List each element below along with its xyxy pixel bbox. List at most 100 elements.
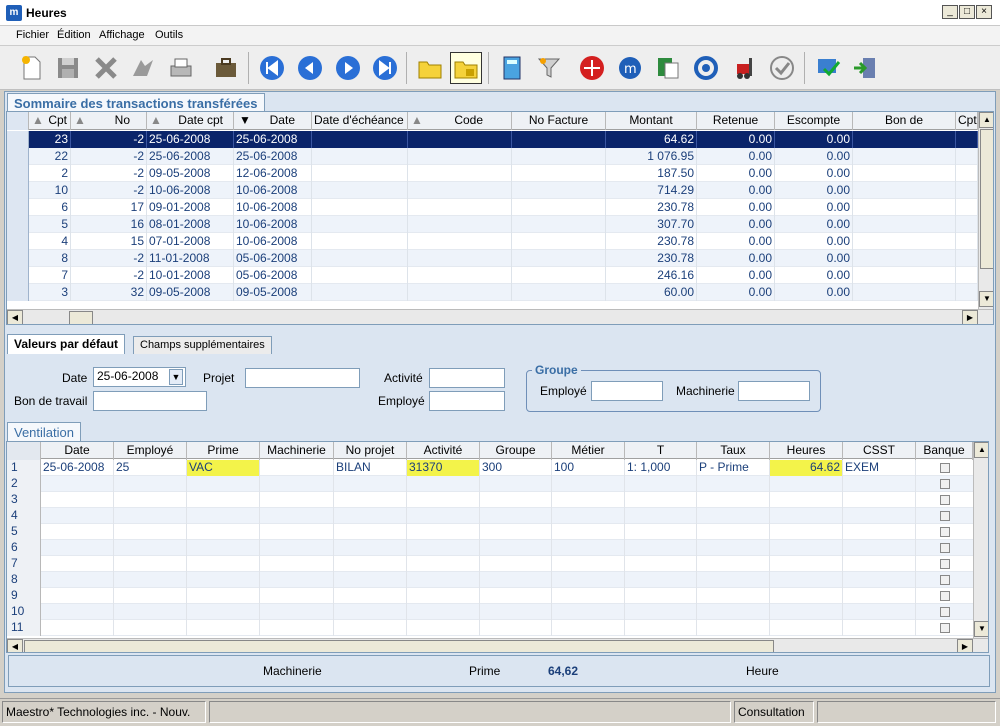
table-cell[interactable] bbox=[114, 476, 187, 492]
scroll-left-icon[interactable]: ◀ bbox=[7, 310, 23, 324]
ventilation-grid[interactable]: Date Employé Prime Machinerie No projet … bbox=[6, 441, 989, 653]
col-no-projet[interactable]: No projet bbox=[334, 442, 407, 460]
target-icon[interactable] bbox=[576, 52, 608, 84]
table-cell[interactable] bbox=[187, 556, 260, 572]
table-cell[interactable] bbox=[625, 572, 697, 588]
table-cell[interactable] bbox=[770, 540, 843, 556]
row-selector[interactable] bbox=[7, 216, 29, 233]
table-cell[interactable] bbox=[843, 604, 916, 620]
scroll-thumb[interactable] bbox=[24, 640, 774, 652]
new-document-icon[interactable] bbox=[16, 52, 48, 84]
table-cell[interactable] bbox=[114, 556, 187, 572]
banque-checkbox[interactable] bbox=[940, 575, 950, 585]
ventilation-vertical-scrollbar[interactable]: ▲ ▼ bbox=[973, 442, 988, 638]
table-cell[interactable] bbox=[407, 476, 480, 492]
table-cell[interactable] bbox=[480, 476, 552, 492]
table-cell[interactable] bbox=[770, 508, 843, 524]
table-cell[interactable] bbox=[552, 540, 625, 556]
table-cell[interactable] bbox=[334, 620, 407, 636]
table-cell[interactable] bbox=[697, 524, 770, 540]
table-cell[interactable] bbox=[334, 604, 407, 620]
tab-valeurs-defaut[interactable]: Valeurs par défaut bbox=[7, 334, 126, 354]
summary-grid[interactable]: ▲ Cpt ▲ No ▲ Date cpt ▼ Date Date d'échéance… bbox=[6, 111, 994, 325]
table-cell[interactable] bbox=[187, 476, 260, 492]
exit-icon[interactable] bbox=[849, 52, 881, 84]
next-record-icon[interactable] bbox=[332, 52, 364, 84]
col-date[interactable]: Date bbox=[41, 442, 114, 460]
table-cell[interactable] bbox=[770, 476, 843, 492]
banque-checkbox[interactable] bbox=[940, 511, 950, 521]
table-row[interactable]: 8 bbox=[7, 572, 973, 588]
table-cell[interactable] bbox=[114, 572, 187, 588]
table-cell[interactable] bbox=[552, 572, 625, 588]
table-cell[interactable] bbox=[114, 540, 187, 556]
date-picker[interactable]: 25-06-2008 ▼ bbox=[93, 367, 186, 387]
table-cell[interactable]: EXEM bbox=[843, 460, 916, 476]
banque-checkbox[interactable] bbox=[940, 463, 950, 473]
scroll-down-icon[interactable]: ▼ bbox=[974, 621, 988, 637]
table-cell[interactable] bbox=[480, 604, 552, 620]
col-no[interactable]: ▲ No bbox=[71, 112, 147, 130]
summary-horizontal-scrollbar[interactable]: ◀ ▶ bbox=[7, 309, 993, 324]
table-cell[interactable] bbox=[260, 556, 334, 572]
banque-checkbox[interactable] bbox=[940, 527, 950, 537]
table-cell[interactable] bbox=[260, 460, 334, 476]
briefcase-icon[interactable] bbox=[210, 52, 242, 84]
row-selector[interactable] bbox=[7, 284, 29, 301]
table-cell[interactable] bbox=[770, 604, 843, 620]
table-cell[interactable] bbox=[41, 524, 114, 540]
forklift-icon[interactable] bbox=[729, 52, 761, 84]
table-cell[interactable] bbox=[407, 572, 480, 588]
col-montant[interactable]: Montant bbox=[606, 112, 697, 130]
table-cell[interactable] bbox=[260, 604, 334, 620]
table-cell[interactable]: P - Prime bbox=[697, 460, 770, 476]
table-cell[interactable] bbox=[407, 556, 480, 572]
table-cell[interactable]: VAC bbox=[187, 460, 260, 476]
table-cell[interactable] bbox=[41, 540, 114, 556]
table-row[interactable]: 11 bbox=[7, 620, 973, 636]
table-cell[interactable] bbox=[114, 604, 187, 620]
table-row[interactable]: 7 -2 10-01-2008 05-06-2008 246.16 0.00 0.00 bbox=[7, 267, 978, 284]
transfer-icon[interactable] bbox=[127, 52, 159, 84]
table-row[interactable]: 6 bbox=[7, 540, 973, 556]
menu-edition[interactable]: Édition bbox=[57, 29, 91, 41]
table-cell[interactable]: BILAN bbox=[334, 460, 407, 476]
col-taux[interactable]: Taux bbox=[697, 442, 770, 460]
table-cell[interactable] bbox=[41, 604, 114, 620]
table-cell[interactable] bbox=[625, 556, 697, 572]
row-selector[interactable] bbox=[7, 131, 29, 148]
col-csst[interactable]: CSST bbox=[843, 442, 916, 460]
col-retenue[interactable]: Retenue bbox=[697, 112, 775, 130]
filter-icon[interactable] bbox=[533, 52, 565, 84]
table-cell[interactable] bbox=[407, 604, 480, 620]
table-cell[interactable] bbox=[625, 540, 697, 556]
table-cell[interactable] bbox=[334, 524, 407, 540]
menu-fichier[interactable]: Fichier bbox=[16, 29, 49, 41]
table-cell[interactable] bbox=[114, 508, 187, 524]
table-cell[interactable] bbox=[697, 492, 770, 508]
table-cell[interactable]: 25 bbox=[114, 460, 187, 476]
table-cell[interactable]: 1: 1,000 bbox=[625, 460, 697, 476]
table-cell[interactable] bbox=[697, 508, 770, 524]
maximize-button[interactable]: □ bbox=[959, 5, 975, 19]
table-cell[interactable] bbox=[770, 524, 843, 540]
save-icon[interactable] bbox=[52, 52, 84, 84]
table-cell[interactable] bbox=[407, 540, 480, 556]
ventilation-horizontal-scrollbar[interactable]: ◀ ▶ bbox=[7, 638, 988, 652]
table-cell[interactable] bbox=[407, 524, 480, 540]
banque-checkbox[interactable] bbox=[940, 559, 950, 569]
table-cell[interactable] bbox=[187, 508, 260, 524]
col-metier[interactable]: Métier bbox=[552, 442, 625, 460]
table-cell[interactable] bbox=[770, 492, 843, 508]
table-cell[interactable] bbox=[625, 620, 697, 636]
col-prime[interactable]: Prime bbox=[187, 442, 260, 460]
table-row[interactable]: 22 -2 25-06-2008 25-06-2008 1 076.95 0.00 0.00 bbox=[7, 148, 978, 165]
col-date-echeance[interactable]: Date d'échéance bbox=[312, 112, 408, 130]
chevron-down-icon[interactable]: ▼ bbox=[169, 369, 183, 385]
table-cell[interactable] bbox=[480, 524, 552, 540]
menu-affichage[interactable]: Affichage bbox=[99, 29, 145, 41]
scroll-down-icon[interactable]: ▼ bbox=[979, 291, 993, 307]
table-cell[interactable] bbox=[843, 620, 916, 636]
table-cell[interactable] bbox=[480, 572, 552, 588]
banque-checkbox[interactable] bbox=[940, 479, 950, 489]
